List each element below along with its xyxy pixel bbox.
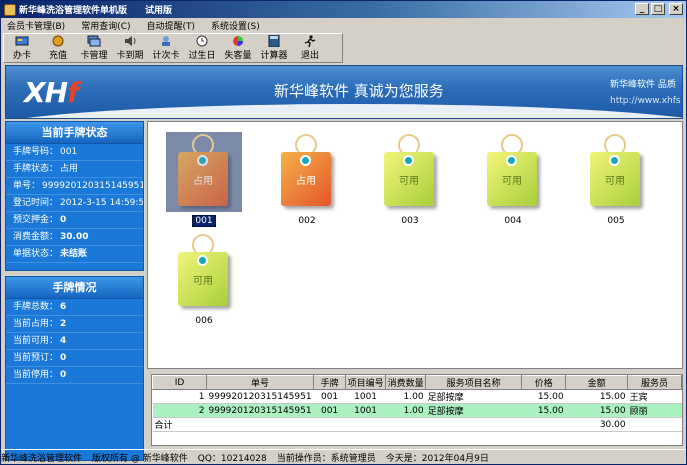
table-row[interactable]: 2 999920120315145951 001 1001 1.00 足部按摩 …	[152, 403, 682, 418]
money-icon	[51, 35, 65, 47]
tag-tile-002[interactable]: 占用 002	[269, 132, 345, 228]
menu-reminders[interactable]: 自动提醒(T)	[147, 19, 196, 32]
menu-queries[interactable]: 常用查询(C)	[81, 19, 130, 32]
banner-brand: 新华峰软件 品质	[610, 80, 676, 90]
maximize-button[interactable]: □	[651, 3, 665, 15]
close-button[interactable]: ×	[669, 3, 683, 15]
status-copyright: 版权所有 @ 新华峰软件	[92, 453, 188, 464]
toolbar-issue-card-button[interactable]: 办卡	[4, 34, 40, 62]
banner-slogan: 新华峰软件 真诚为您服务	[274, 82, 444, 100]
status-date: 今天是：2012年04月9日	[385, 453, 489, 464]
summary-row-total: 手牌总数： 6	[6, 299, 143, 316]
clock-icon	[195, 35, 209, 47]
toolbar-card-manage-button[interactable]: 卡管理	[76, 34, 112, 62]
summary-row-occupied: 当前占用： 2	[6, 316, 143, 333]
app-icon	[4, 3, 16, 16]
calculator-icon	[267, 35, 281, 47]
cards-icon	[87, 35, 101, 47]
minimize-button[interactable]: _	[635, 3, 649, 15]
table-header: ID 单号 手牌 项目编号 消费数量 服务项目名称 价格 金额 服务员	[152, 375, 682, 390]
status-row-bill-state: 单据状态： 未结账	[6, 246, 143, 263]
gear-person-icon	[159, 35, 173, 47]
status-qq: QQ：10214028	[197, 453, 267, 464]
consumption-table[interactable]: ID 单号 手牌 项目编号 消费数量 服务项目名称 价格 金额 服务员 1 99…	[151, 374, 683, 446]
banner-url: http://www.xhfs	[610, 96, 681, 106]
toolbar-card-expiry-button[interactable]: 卡到期	[112, 34, 148, 62]
summary-row-reserved: 当前预订： 0	[6, 350, 143, 367]
banner: XHf 新华峰软件 真诚为您服务 新华峰软件 品质 http://www.xhf…	[5, 65, 683, 119]
window-title: 新华峰洗浴管理软件单机版	[19, 6, 128, 16]
table-total-row: 合计 30.00	[152, 417, 682, 432]
status-row-number: 手牌号码： 001	[6, 144, 143, 161]
menu-bar: 会员卡管理(B) 常用查询(C) 自动提醒(T) 系统设置(S)	[1, 18, 686, 33]
summary-row-available: 当前可用： 4	[6, 333, 143, 350]
app-window: 新华峰洗浴管理软件单机版 试用版 _ □ × 会员卡管理(B) 常用查询(C) …	[0, 0, 687, 465]
status-row-order: 单号： 999920120315145951	[6, 178, 143, 195]
color-wheel-icon	[231, 35, 245, 47]
tag-icon: 可用	[178, 252, 228, 306]
tag-grid: 占用 001 占用 002 可用 003 可用 004 可用 005 可用 00…	[147, 121, 683, 369]
toolbar-calculator-button[interactable]: 计算器	[256, 34, 292, 62]
banner-swoosh	[6, 104, 682, 118]
card-icon	[15, 35, 29, 47]
status-row-time: 登记时间： 2012-3-15 14:59:51	[6, 195, 143, 212]
menu-settings[interactable]: 系统设置(S)	[211, 19, 260, 32]
speaker-icon	[123, 35, 137, 47]
panel-title: 当前手牌状态	[6, 122, 143, 144]
toolbar-count-card-button[interactable]: 计次卡	[148, 34, 184, 62]
toolbar-lost-customers-button[interactable]: 失客量	[220, 34, 256, 62]
tag-tile-004[interactable]: 可用 004	[475, 132, 551, 228]
toolbar-exit-button[interactable]: 退出	[292, 34, 328, 62]
tag-icon: 可用	[487, 152, 537, 206]
window-controls: _ □ ×	[635, 3, 683, 15]
panel-title: 手牌情况	[6, 277, 143, 299]
tag-icon: 可用	[590, 152, 640, 206]
status-row-state: 手牌状态： 占用	[6, 161, 143, 178]
edition-label: 试用版	[145, 6, 173, 16]
summary-row-disabled: 当前停用： 0	[6, 367, 143, 384]
tag-icon: 占用	[281, 152, 331, 206]
status-operator: 当前操作员：系统管理员	[276, 453, 376, 464]
status-row-deposit: 预交押金： 0	[6, 212, 143, 229]
tag-tile-003[interactable]: 可用 003	[372, 132, 448, 228]
runner-icon	[303, 35, 317, 47]
toolbar: 办卡 充值 卡管理 卡到期 计次卡 过生日 失客量 计算器 退出	[3, 33, 343, 63]
title-bar: 新华峰洗浴管理软件单机版 试用版 _ □ ×	[1, 1, 686, 18]
status-bar: 新华峰洗浴管理软件 版权所有 @ 新华峰软件 QQ：10214028 当前操作员…	[1, 449, 686, 464]
tag-tile-005[interactable]: 可用 005	[578, 132, 654, 228]
tag-summary-panel: 手牌情况 手牌总数： 6 当前占用： 2 当前可用： 4 当前预订： 0 当前停用： 0	[5, 276, 144, 461]
tag-tile-001[interactable]: 占用 001	[166, 132, 242, 228]
tag-tile-006[interactable]: 可用 006	[166, 232, 242, 328]
menu-member-card[interactable]: 会员卡管理(B)	[7, 19, 65, 32]
company-logo: XHf	[24, 76, 79, 109]
tag-icon: 可用	[384, 152, 434, 206]
status-app-name: 新华峰洗浴管理软件	[1, 453, 83, 464]
table-row[interactable]: 1 999920120315145951 001 1001 1.00 足部按摩 …	[152, 389, 682, 404]
current-tag-status-panel: 当前手牌状态 手牌号码： 001 手牌状态： 占用 单号： 9999201203151…	[5, 121, 144, 271]
toolbar-recharge-button[interactable]: 充值	[40, 34, 76, 62]
status-row-amount: 消费金额： 30.00	[6, 229, 143, 246]
tag-icon: 占用	[178, 152, 228, 206]
toolbar-birthday-button[interactable]: 过生日	[184, 34, 220, 62]
